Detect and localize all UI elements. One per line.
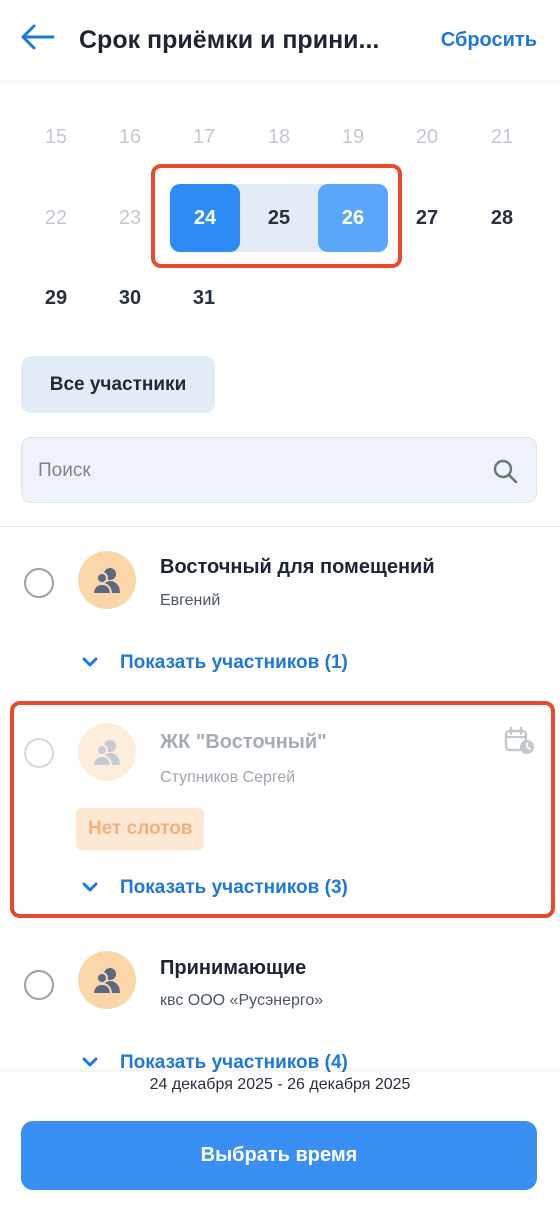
calendar-day: 21 xyxy=(490,126,514,148)
radio-button[interactable] xyxy=(24,970,54,1000)
selected-date-range: 24 декабря 2025 - 26 декабря 2025 xyxy=(149,1076,411,1093)
calendar-day: 15 xyxy=(44,126,68,148)
show-participants-link[interactable]: Показать участников (4) xyxy=(82,1052,348,1074)
group-subtitle: Евгений xyxy=(160,592,221,609)
show-participants-link[interactable]: Показать участников (1) xyxy=(82,652,348,674)
choose-time-button[interactable]: Выбрать время xyxy=(21,1121,537,1190)
show-participants-label: Показать участников (3) xyxy=(120,877,348,899)
group-avatar-icon xyxy=(78,551,136,609)
group-title: Принимающие xyxy=(160,957,307,979)
all-participants-chip[interactable]: Все участники xyxy=(21,356,215,413)
chevron-down-icon xyxy=(82,1052,102,1074)
back-arrow-icon[interactable] xyxy=(20,22,56,52)
calendar-day-range-end[interactable]: 26 xyxy=(318,184,388,252)
chevron-down-icon xyxy=(82,877,102,899)
page-title: Срок приёмки и прини... xyxy=(79,26,380,54)
radio-button[interactable] xyxy=(24,738,54,768)
search-box xyxy=(21,437,537,503)
show-participants-label: Показать участников (4) xyxy=(120,1052,348,1074)
calendar-day-in-range[interactable]: 25 xyxy=(244,184,314,252)
top-bar: Срок приёмки и прини... Сбросить xyxy=(0,0,560,80)
group-avatar-icon xyxy=(78,723,136,781)
group-subtitle: Ступников Сергей xyxy=(160,769,296,786)
calendar-day: 19 xyxy=(341,126,365,148)
chevron-down-icon xyxy=(82,652,102,674)
search-input[interactable] xyxy=(38,456,478,486)
group-title: ЖК "Восточный" xyxy=(160,731,327,753)
show-participants-link[interactable]: Показать участников (3) xyxy=(82,877,348,899)
calendar-day[interactable]: 31 xyxy=(169,278,239,318)
show-participants-label: Показать участников (1) xyxy=(120,652,348,674)
search-icon[interactable] xyxy=(492,458,518,484)
calendar-day: 22 xyxy=(44,207,68,229)
reset-button[interactable]: Сбросить xyxy=(441,29,537,52)
divider xyxy=(0,526,560,527)
calendar-day: 20 xyxy=(415,126,439,148)
calendar-week-row: 29 30 31 xyxy=(0,278,560,318)
group-avatar-icon xyxy=(78,951,136,1009)
calendar-clock-icon xyxy=(504,726,536,756)
bottom-panel: 24 декабря 2025 - 26 декабря 2025 Выбрат… xyxy=(0,1072,560,1214)
group-subtitle: квс ООО «Русэнерго» xyxy=(160,992,324,1009)
calendar-day[interactable]: 27 xyxy=(392,198,462,238)
group-title: Восточный для помещений xyxy=(160,556,435,578)
calendar-day-range-start[interactable]: 24 xyxy=(170,184,240,252)
calendar-day: 18 xyxy=(267,126,291,148)
calendar-day: 16 xyxy=(118,126,142,148)
no-slots-badge: Нет слотов xyxy=(76,808,205,850)
calendar-day[interactable]: 30 xyxy=(95,278,165,318)
calendar-day[interactable]: 29 xyxy=(21,278,91,318)
calendar-day: 17 xyxy=(192,126,216,148)
calendar-day[interactable]: 28 xyxy=(467,198,537,238)
calendar-week-row: 15 16 17 18 19 20 21 xyxy=(0,117,560,157)
calendar-day: 23 xyxy=(118,207,142,229)
radio-button[interactable] xyxy=(24,568,54,598)
